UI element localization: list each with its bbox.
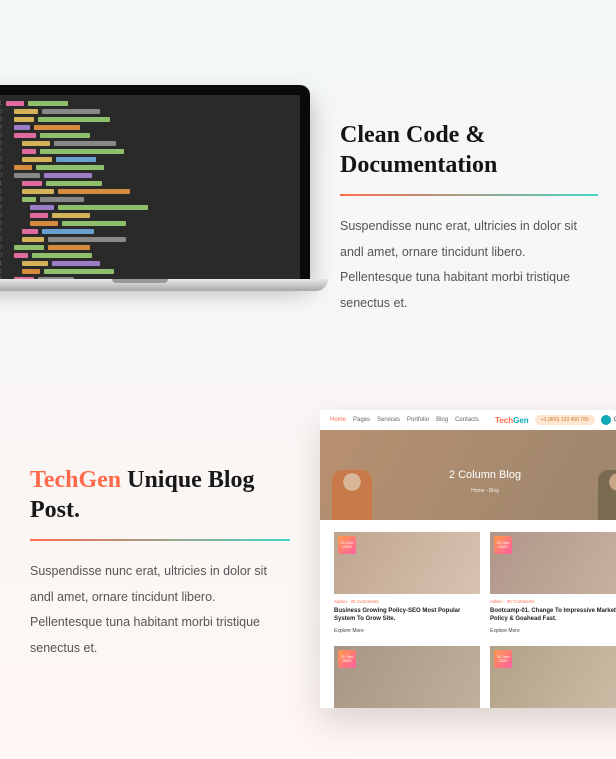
blog-card: 31 Dec 2020	[490, 646, 616, 708]
nav-item: Pages	[353, 417, 370, 423]
nav-item: Blog	[436, 417, 448, 423]
date-badge: 31 Dec 2020	[338, 536, 356, 554]
blog-card: 31 Dec 2020	[334, 646, 480, 708]
hero-title: 2 Column Blog	[449, 469, 521, 481]
card-meta: Admin · 25 Comments	[334, 599, 480, 604]
phone-pill: +1 (800) 123 456 789	[535, 415, 595, 425]
divider	[30, 539, 290, 541]
nav-item: Home	[330, 417, 346, 423]
nav: Home Pages Services Portfolio Blog Conta…	[330, 417, 479, 423]
code-editor: 1 2 3 4 5 6 7 8 9 10 11 12 13 14 15 16 1…	[0, 95, 300, 279]
section1-body: Suspendisse nunc erat, ultricies in dolo…	[340, 214, 598, 317]
logo: TechGen	[495, 416, 529, 425]
divider	[340, 194, 598, 196]
section1-heading: Clean Code & Documentation	[340, 120, 598, 180]
card-title: Business Growing Policy-SEO Most Popular…	[334, 607, 480, 623]
blog-card: 31 Dec 2020 Admin · 25 Comments Bootcamp…	[490, 532, 616, 634]
read-more: Explore More	[334, 628, 480, 634]
nav-item: Contacts	[455, 417, 479, 423]
blog-window-mockup: Home Pages Services Portfolio Blog Conta…	[320, 410, 616, 708]
date-badge: 31 Dec 2020	[494, 536, 512, 554]
hero-sub: Home - Blog	[471, 488, 499, 494]
section2-body: Suspendisse nunc erat, ultricies in dolo…	[30, 559, 290, 662]
date-badge: 31 Dec 2020	[494, 650, 512, 668]
hero: 2 Column Blog Home - Blog	[320, 430, 616, 520]
chat-icon	[601, 415, 611, 425]
nav-item: Portfolio	[407, 417, 429, 423]
nav-item: Services	[377, 417, 400, 423]
card-meta: Admin · 25 Comments	[490, 599, 616, 604]
section2-heading: TechGen Unique Blog Post.	[30, 465, 290, 525]
chat: Chat Now	[601, 415, 616, 425]
laptop-mockup: 1 2 3 4 5 6 7 8 9 10 11 12 13 14 15 16 1…	[0, 85, 310, 291]
heading-accent: TechGen	[30, 467, 121, 493]
card-title: Bootcamp-01. Change To Impressive Market…	[490, 607, 616, 623]
blog-card: 31 Dec 2020 Admin · 25 Comments Business…	[334, 532, 480, 634]
read-more: Explore More	[490, 628, 616, 634]
date-badge: 31 Dec 2020	[338, 650, 356, 668]
